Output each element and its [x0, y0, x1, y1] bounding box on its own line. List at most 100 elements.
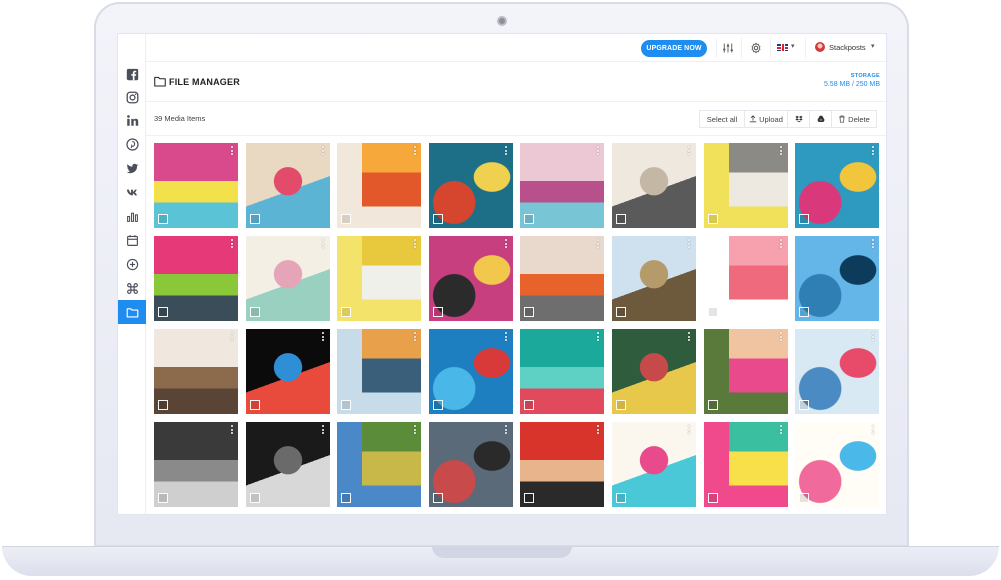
- more-options-icon[interactable]: [780, 146, 783, 155]
- select-checkbox[interactable]: [615, 493, 626, 503]
- more-options-icon[interactable]: [688, 146, 691, 155]
- more-options-icon[interactable]: [230, 332, 233, 341]
- select-checkbox[interactable]: [799, 214, 810, 224]
- select-checkbox[interactable]: [249, 307, 260, 317]
- media-item-modern-kitchen[interactable]: [154, 329, 238, 414]
- more-options-icon[interactable]: [230, 425, 233, 434]
- select-checkbox[interactable]: [249, 400, 260, 410]
- more-options-icon[interactable]: [322, 239, 325, 248]
- media-item-rice-terraces[interactable]: [337, 422, 422, 507]
- twitter-icon[interactable]: [118, 157, 146, 179]
- chevron-down-icon[interactable]: ▾: [871, 42, 875, 50]
- media-item-kids-on-bicycles[interactable]: [795, 329, 880, 414]
- media-item-pastel-room[interactable]: [245, 236, 330, 321]
- more-options-icon[interactable]: [596, 239, 599, 248]
- media-item-kids-in-field[interactable]: [611, 236, 696, 321]
- select-checkbox[interactable]: [341, 400, 352, 410]
- media-item-colorful-living-room[interactable]: [154, 143, 238, 228]
- select-checkbox[interactable]: [707, 214, 718, 224]
- select-all-button[interactable]: Select all: [699, 110, 745, 128]
- more-options-icon[interactable]: [322, 146, 325, 155]
- more-options-icon[interactable]: [688, 239, 691, 248]
- select-checkbox[interactable]: [615, 214, 626, 224]
- media-item-teal-wall-room[interactable]: [428, 143, 513, 228]
- media-item-pink-sweater[interactable]: [703, 236, 788, 321]
- media-item-yellow-wall-room[interactable]: [337, 236, 422, 321]
- more-options-icon[interactable]: [230, 146, 233, 155]
- select-checkbox[interactable]: [707, 493, 718, 503]
- select-checkbox[interactable]: [799, 307, 810, 317]
- media-item-white-living-room[interactable]: [611, 143, 696, 228]
- sliders-icon[interactable]: [722, 42, 734, 54]
- avatar[interactable]: [815, 42, 825, 52]
- select-checkbox[interactable]: [524, 493, 535, 503]
- more-options-icon[interactable]: [871, 239, 874, 248]
- media-item-swimmer[interactable]: [428, 329, 513, 414]
- more-options-icon[interactable]: [413, 239, 416, 248]
- select-checkbox[interactable]: [341, 493, 352, 503]
- delete-button[interactable]: Delete: [831, 110, 877, 128]
- media-item-children-in-water[interactable]: [337, 329, 422, 414]
- folder-icon[interactable]: [118, 300, 146, 324]
- media-item-betta-fish[interactable]: [245, 329, 330, 414]
- more-options-icon[interactable]: [871, 332, 874, 341]
- more-options-icon[interactable]: [505, 146, 508, 155]
- media-item-people-in-circle[interactable]: [428, 422, 513, 507]
- select-checkbox[interactable]: [341, 307, 352, 317]
- user-name[interactable]: Stackposts: [829, 43, 866, 52]
- select-checkbox[interactable]: [524, 307, 535, 317]
- media-item-faith-quote[interactable]: [611, 422, 696, 507]
- more-options-icon[interactable]: [505, 239, 508, 248]
- media-item-yellow-living-room[interactable]: [703, 143, 788, 228]
- facebook-icon[interactable]: [118, 63, 146, 85]
- more-options-icon[interactable]: [780, 239, 783, 248]
- instagram-icon[interactable]: [118, 86, 146, 108]
- media-item-children-in-hills[interactable]: [611, 329, 696, 414]
- dropbox-button[interactable]: [787, 110, 810, 128]
- select-checkbox[interactable]: [158, 400, 168, 410]
- more-options-icon[interactable]: [596, 425, 599, 434]
- more-options-icon[interactable]: [413, 425, 416, 434]
- google-drive-button[interactable]: [809, 110, 832, 128]
- media-item-pink-bedroom[interactable]: [520, 143, 605, 228]
- select-checkbox[interactable]: [158, 307, 168, 317]
- media-item-smiling-children[interactable]: [703, 329, 788, 414]
- media-item-happiness-quote[interactable]: [703, 422, 788, 507]
- media-item-inspirational-quotes-women[interactable]: [428, 236, 513, 321]
- select-checkbox[interactable]: [615, 307, 626, 317]
- more-options-icon[interactable]: [505, 332, 508, 341]
- select-checkbox[interactable]: [799, 400, 810, 410]
- upgrade-now-button[interactable]: UPGRADE NOW: [641, 40, 707, 57]
- select-checkbox[interactable]: [615, 400, 626, 410]
- chevron-down-icon[interactable]: ▾: [791, 42, 795, 50]
- select-checkbox[interactable]: [158, 493, 168, 503]
- select-checkbox[interactable]: [432, 214, 443, 224]
- pinterest-icon[interactable]: [118, 133, 146, 155]
- more-options-icon[interactable]: [688, 332, 691, 341]
- more-options-icon[interactable]: [322, 332, 325, 341]
- uk-flag-icon[interactable]: [777, 44, 788, 51]
- more-options-icon[interactable]: [596, 146, 599, 155]
- calendar-icon[interactable]: [118, 229, 146, 251]
- select-checkbox[interactable]: [707, 400, 718, 410]
- select-checkbox[interactable]: [432, 493, 443, 503]
- media-item-orange-sofa-room[interactable]: [337, 143, 422, 228]
- media-item-smiling-old-man-hat[interactable]: [154, 422, 238, 507]
- select-checkbox[interactable]: [799, 493, 810, 503]
- analytics-icon[interactable]: [118, 205, 146, 227]
- more-options-icon[interactable]: [780, 332, 783, 341]
- more-options-icon[interactable]: [688, 425, 691, 434]
- select-checkbox[interactable]: [432, 400, 443, 410]
- linkedin-icon[interactable]: [118, 109, 146, 131]
- gear-icon[interactable]: [750, 42, 762, 54]
- media-item-patchwork-bedroom[interactable]: [795, 143, 880, 228]
- more-options-icon[interactable]: [871, 146, 874, 155]
- select-checkbox[interactable]: [432, 307, 443, 317]
- more-options-icon[interactable]: [780, 425, 783, 434]
- media-item-floral-wreath-quote[interactable]: [795, 422, 880, 507]
- select-checkbox[interactable]: [158, 214, 168, 224]
- media-item-people-on-rocks-sea[interactable]: [795, 236, 880, 321]
- more-options-icon[interactable]: [596, 332, 599, 341]
- upload-button[interactable]: Upload: [744, 110, 788, 128]
- media-item-bright-living-room[interactable]: [245, 143, 330, 228]
